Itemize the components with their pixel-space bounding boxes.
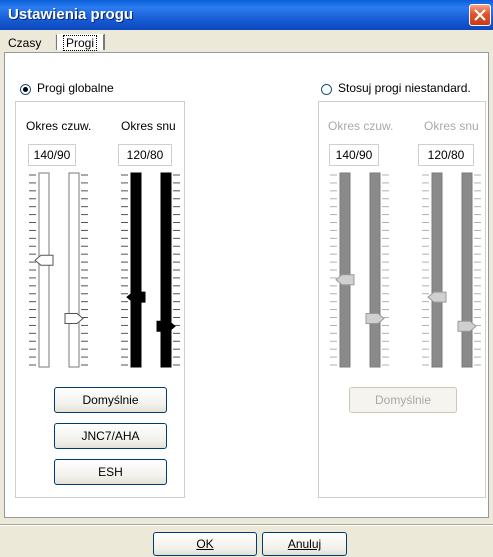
window-title: Ustawienia progu [8, 6, 134, 23]
custom-thresholds-radio[interactable] [321, 84, 332, 95]
default-button[interactable]: Domyślnie [54, 387, 167, 413]
slider-thumb[interactable] [156, 320, 176, 332]
global-thresholds-label: Progi globalne [37, 81, 114, 95]
global-wake-systolic-slider[interactable] [29, 171, 59, 369]
cancel-label: Anuluj [287, 537, 322, 551]
custom-wake-label: Okres czuw. [328, 119, 394, 133]
custom-sleep-value: 120/80 [418, 144, 474, 166]
custom-sleep-label: Okres snu [424, 119, 479, 133]
tab-czasy[interactable]: Czasy [8, 36, 41, 50]
custom-default-button[interactable]: Domyślnie [349, 387, 457, 413]
custom-sleep-systolic-slider[interactable] [422, 171, 452, 369]
slider-thumb[interactable] [64, 313, 84, 324]
slider-thumb[interactable] [335, 274, 355, 286]
slider-thumb[interactable] [427, 291, 447, 303]
ok-label: OK [196, 537, 214, 551]
global-thresholds-group: Okres czuw. Okres snu 140/90 120/80 Domy… [15, 101, 185, 498]
slider-thumb[interactable] [365, 313, 385, 324]
footer-separator [0, 524, 493, 526]
esh-button[interactable]: ESH [54, 459, 167, 485]
close-icon [474, 9, 486, 21]
custom-sleep-diastolic-slider[interactable] [452, 171, 482, 369]
slider-thumb[interactable] [126, 291, 146, 303]
cancel-button[interactable]: Anuluj [262, 532, 347, 556]
ok-button[interactable]: OK [153, 532, 257, 556]
tab-progi[interactable]: Progi [56, 34, 105, 51]
custom-thresholds-label: Stosuj progi niestandard. [338, 81, 471, 95]
tab-strip: Czasy Progi [0, 30, 493, 52]
global-wake-diastolic-slider[interactable] [59, 171, 89, 369]
global-thresholds-radio[interactable] [20, 84, 31, 95]
global-wake-value: 140/90 [28, 144, 76, 166]
close-button[interactable] [469, 4, 491, 26]
custom-wake-systolic-slider[interactable] [330, 171, 360, 369]
custom-thresholds-group: Okres czuw. Okres snu 140/90 120/80 Domy… [318, 101, 486, 498]
slider-thumb[interactable] [34, 254, 54, 266]
custom-wake-value: 140/90 [329, 144, 379, 166]
custom-wake-diastolic-slider[interactable] [360, 171, 390, 369]
global-sleep-systolic-slider[interactable] [121, 171, 151, 369]
global-sleep-diastolic-slider[interactable] [151, 171, 181, 369]
slider-thumb[interactable] [457, 320, 477, 332]
jnc7-aha-button[interactable]: JNC7/AHA [54, 423, 167, 449]
global-sleep-label: Okres snu [121, 119, 176, 133]
global-wake-label: Okres czuw. [26, 119, 92, 133]
title-bar: Ustawienia progu [0, 0, 493, 30]
tab-progi-label: Progi [63, 35, 98, 51]
tab-panel: Progi globalne Stosuj progi niestandard.… [4, 52, 489, 518]
global-sleep-value: 120/80 [118, 144, 172, 166]
